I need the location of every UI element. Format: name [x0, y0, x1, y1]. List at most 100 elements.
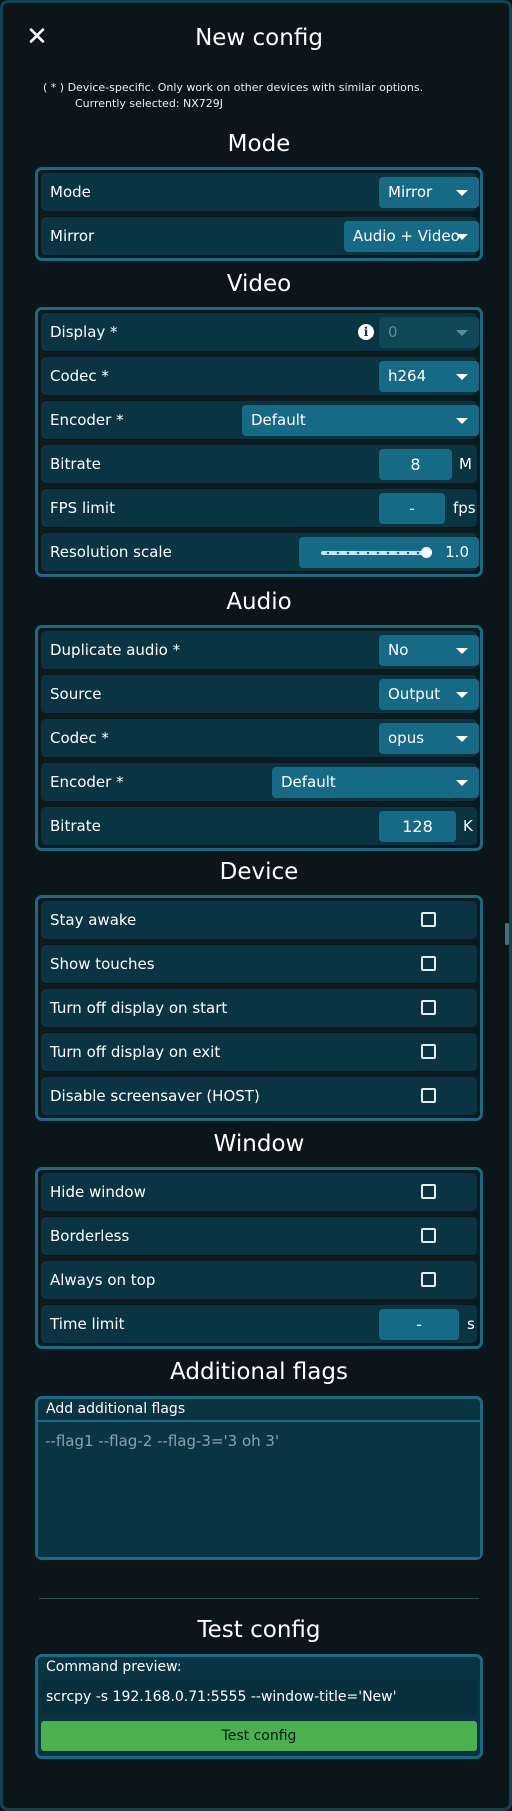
mirror-label: Mirror: [50, 227, 95, 245]
time-limit-unit: s: [467, 1315, 475, 1333]
video-bitrate-unit: M: [459, 455, 472, 473]
scrollbar-thumb[interactable]: [505, 923, 509, 945]
video-group: Display * i 0 Codec * h264 Encoder * Def…: [35, 307, 483, 577]
slider-ticks: [323, 551, 423, 555]
show-touches-checkbox[interactable]: [421, 956, 436, 971]
audio-codec-select[interactable]: opus: [379, 723, 479, 754]
always-on-top-label: Always on top: [50, 1271, 156, 1289]
mode-row: Mode Mirror: [41, 173, 479, 211]
audio-encoder-select[interactable]: Default: [272, 767, 479, 798]
window-row-borderless: Borderless: [41, 1217, 477, 1255]
header: ✕ New config: [3, 3, 512, 77]
duplicate-audio-label: Duplicate audio *: [50, 641, 181, 659]
time-limit-input[interactable]: -: [379, 1309, 459, 1340]
video-codec-label: Codec *: [50, 367, 109, 385]
disable-screensaver-checkbox[interactable]: [421, 1088, 436, 1103]
resolution-scale-slider[interactable]: 1.0: [299, 537, 479, 568]
window-row-hide: Hide window: [41, 1173, 477, 1211]
audio-source-select[interactable]: Output: [379, 679, 479, 710]
slider-thumb[interactable]: [421, 547, 432, 558]
fps-input[interactable]: -: [379, 493, 445, 524]
video-bitrate-input[interactable]: 8: [379, 449, 452, 480]
divider: [39, 1598, 479, 1599]
audio-source-value: Output: [388, 685, 441, 703]
chevron-down-icon: [456, 374, 468, 380]
audio-codec-label: Codec *: [50, 729, 109, 747]
mirror-select[interactable]: Audio + Video: [344, 221, 479, 252]
duplicate-audio-row: Duplicate audio * No: [41, 631, 479, 669]
additional-flags-label: Add additional flags: [46, 1401, 186, 1417]
audio-bitrate-unit: K: [463, 817, 473, 835]
display-row: Display * i 0: [41, 313, 479, 351]
mode-label: Mode: [50, 183, 91, 201]
chevron-down-icon: [456, 648, 468, 654]
section-title-window: Window: [213, 1131, 305, 1157]
stay-awake-label: Stay awake: [50, 911, 137, 929]
borderless-label: Borderless: [50, 1227, 130, 1245]
chevron-down-icon: [456, 418, 468, 424]
fps-row: FPS limit - fps: [41, 489, 477, 527]
resolution-scale-label: Resolution scale: [50, 543, 172, 561]
chevron-down-icon: [456, 692, 468, 698]
video-bitrate-row: Bitrate 8 M: [41, 445, 477, 483]
audio-bitrate-row: Bitrate 128 K: [41, 807, 477, 845]
mirror-select-value: Audio + Video: [353, 227, 460, 245]
chevron-down-icon: [456, 780, 468, 786]
audio-bitrate-input[interactable]: 128: [379, 811, 456, 842]
fps-unit: fps: [453, 499, 476, 517]
audio-codec-value: opus: [388, 729, 425, 747]
hide-window-checkbox[interactable]: [421, 1184, 436, 1199]
always-on-top-checkbox[interactable]: [421, 1272, 436, 1287]
device-specific-note: ( * ) Device-specific. Only work on othe…: [43, 80, 423, 112]
audio-source-label: Source: [50, 685, 102, 703]
duplicate-audio-value: No: [388, 641, 409, 659]
display-select: 0: [379, 317, 479, 348]
audio-encoder-label: Encoder *: [50, 773, 124, 791]
display-off-exit-checkbox[interactable]: [421, 1044, 436, 1059]
mode-select[interactable]: Mirror: [379, 177, 479, 208]
hide-window-label: Hide window: [50, 1183, 146, 1201]
device-row-display-off-exit: Turn off display on exit: [41, 1033, 477, 1071]
resolution-scale-row: Resolution scale 1.0: [41, 533, 479, 571]
chevron-down-icon: [456, 190, 468, 196]
chevron-down-icon: [456, 330, 468, 336]
mirror-row: Mirror Audio + Video: [41, 217, 479, 255]
video-codec-row: Codec * h264: [41, 357, 479, 395]
section-title-additional-flags: Additional flags: [170, 1359, 348, 1385]
section-title-mode: Mode: [227, 131, 291, 157]
note-line-2: Currently selected: NX729J: [75, 97, 224, 110]
video-codec-select[interactable]: h264: [379, 361, 479, 392]
stay-awake-checkbox[interactable]: [421, 912, 436, 927]
chevron-down-icon: [456, 234, 468, 240]
time-limit-label: Time limit: [50, 1315, 125, 1333]
display-off-start-label: Turn off display on start: [50, 999, 228, 1017]
borderless-checkbox[interactable]: [421, 1228, 436, 1243]
device-group: Stay awake Show touches Turn off display…: [35, 895, 483, 1121]
additional-flags-input[interactable]: --flag1 --flag-2 --flag-3='3 oh 3': [38, 1420, 480, 1557]
note-line-1: ( * ) Device-specific. Only work on othe…: [43, 81, 424, 94]
page-title: New config: [195, 25, 323, 51]
device-row-disable-screensaver: Disable screensaver (HOST): [41, 1077, 477, 1115]
video-codec-value: h264: [388, 367, 427, 385]
chevron-down-icon: [456, 736, 468, 742]
display-off-start-checkbox[interactable]: [421, 1000, 436, 1015]
device-row-stay-awake: Stay awake: [41, 901, 477, 939]
section-title-video: Video: [226, 271, 292, 297]
command-preview-label: Command preview:: [46, 1659, 182, 1675]
additional-flags-group: Add additional flags --flag1 --flag-2 --…: [35, 1396, 483, 1560]
mode-select-value: Mirror: [388, 183, 433, 201]
disable-screensaver-label: Disable screensaver (HOST): [50, 1087, 260, 1105]
window-group: Hide window Borderless Always on top Tim…: [35, 1167, 483, 1349]
resolution-scale-value: 1.0: [445, 543, 469, 561]
window-row-time-limit: Time limit - s: [41, 1305, 477, 1343]
display-label: Display *: [50, 323, 118, 341]
video-encoder-value: Default: [251, 411, 306, 429]
audio-bitrate-label: Bitrate: [50, 817, 101, 835]
audio-encoder-value: Default: [281, 773, 336, 791]
test-config-button[interactable]: Test config: [41, 1721, 477, 1751]
duplicate-audio-select[interactable]: No: [379, 635, 479, 666]
video-encoder-select[interactable]: Default: [242, 405, 479, 436]
command-preview-field[interactable]: scrcpy -s 192.168.0.71:5555 --window-tit…: [41, 1680, 477, 1715]
test-config-group: Command preview: scrcpy -s 192.168.0.71:…: [35, 1654, 483, 1759]
info-icon[interactable]: i: [358, 324, 374, 340]
